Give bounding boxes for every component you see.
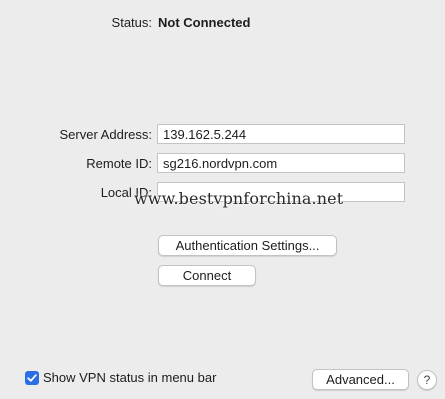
show-vpn-status-label[interactable]: Show VPN status in menu bar	[43, 370, 216, 385]
server-address-label: Server Address:	[59, 127, 153, 142]
server-address-field[interactable]: 139.162.5.244	[157, 124, 405, 144]
status-value: Not Connected	[158, 15, 251, 30]
watermark-text: www.bestvpnforchina.net	[134, 189, 344, 208]
authentication-settings-button[interactable]: Authentication Settings...	[158, 235, 337, 256]
status-label: Status:	[111, 15, 152, 30]
checkmark-icon	[27, 374, 37, 382]
remote-id-label: Remote ID:	[86, 156, 152, 171]
connect-button[interactable]: Connect	[158, 265, 256, 286]
advanced-button[interactable]: Advanced...	[312, 369, 409, 390]
remote-id-field[interactable]: sg216.nordvpn.com	[157, 153, 405, 173]
help-button[interactable]: ?	[417, 370, 437, 390]
local-id-label: Local ID:	[100, 185, 152, 200]
show-vpn-status-checkbox[interactable]	[25, 371, 39, 385]
